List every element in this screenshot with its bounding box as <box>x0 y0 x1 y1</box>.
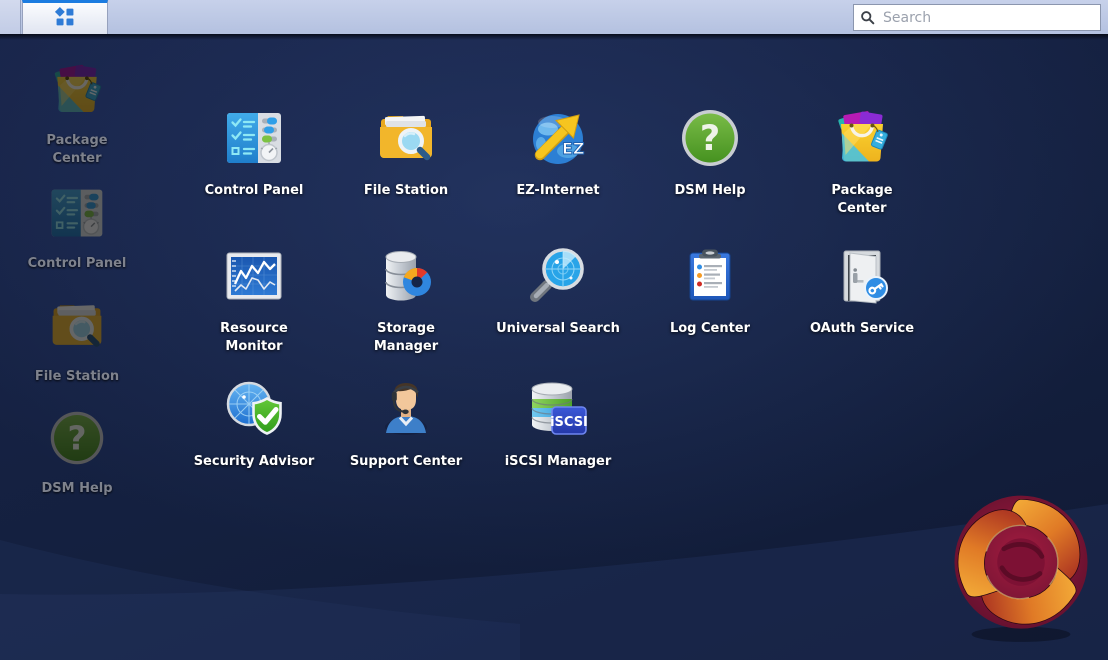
app-label: Package Center <box>786 182 938 217</box>
resource-monitor-icon <box>178 244 330 312</box>
search-box[interactable] <box>853 4 1101 31</box>
app-package-center[interactable]: Package Center <box>786 106 938 217</box>
iscsi-manager-icon: iSCSI <box>482 377 634 445</box>
app-label: iSCSI Manager <box>482 453 634 471</box>
app-label: Resource Monitor <box>178 320 330 355</box>
dsm-desktop: Package Center Control Panel File Statio… <box>0 0 1108 660</box>
app-log-center[interactable]: Log Center <box>634 244 786 338</box>
app-drawer-icon <box>54 6 76 32</box>
control-panel-icon <box>47 183 107 247</box>
app-universal-search[interactable]: Universal Search <box>482 244 634 338</box>
app-label: Log Center <box>634 320 786 338</box>
app-label: File Station <box>330 182 482 200</box>
svg-text:EZ: EZ <box>562 139 585 158</box>
package-center-icon <box>786 106 938 174</box>
storage-manager-icon <box>330 244 482 312</box>
app-file-station[interactable]: File Station <box>330 106 482 200</box>
app-label: DSM Help <box>634 182 786 200</box>
app-label: Security Advisor <box>178 453 330 471</box>
app-resource-monitor[interactable]: Resource Monitor <box>178 244 330 355</box>
file-station-icon <box>330 106 482 174</box>
desktop-shortcut-dsm-help[interactable]: ? DSM Help <box>17 408 137 498</box>
search-icon <box>860 10 875 25</box>
main-menu-tab[interactable] <box>22 0 108 34</box>
shortcut-label: Package Center <box>17 132 137 167</box>
app-storage-manager[interactable]: Storage Manager <box>330 244 482 355</box>
dsm-help-icon: ? <box>47 408 107 472</box>
synology-logo <box>945 486 1097 642</box>
app-ez-internet[interactable]: EZ EZ-Internet <box>482 106 634 200</box>
svg-text:?: ? <box>700 119 720 159</box>
topbar <box>0 0 1108 34</box>
desktop-shortcut-file-station[interactable]: File Station <box>17 296 137 386</box>
desktop-shortcut-package-center[interactable]: Package Center <box>17 60 137 167</box>
desktop-area: Package Center Control Panel File Statio… <box>0 34 1108 660</box>
package-center-icon <box>47 60 107 124</box>
security-advisor-icon <box>178 377 330 445</box>
app-label: EZ-Internet <box>482 182 634 200</box>
app-security-advisor[interactable]: Security Advisor <box>178 377 330 471</box>
app-control-panel[interactable]: Control Panel <box>178 106 330 200</box>
dsm-help-icon: ? <box>634 106 786 174</box>
universal-search-icon <box>482 244 634 312</box>
app-oauth-service[interactable]: OAuth Service <box>786 244 938 338</box>
ez-internet-icon: EZ <box>482 106 634 174</box>
app-label: Universal Search <box>482 320 634 338</box>
svg-text:iSCSI: iSCSI <box>550 415 588 430</box>
support-center-icon <box>330 377 482 445</box>
shortcut-label: Control Panel <box>17 255 137 273</box>
app-support-center[interactable]: Support Center <box>330 377 482 471</box>
shortcut-label: File Station <box>17 368 137 386</box>
control-panel-icon <box>178 106 330 174</box>
oauth-service-icon <box>786 244 938 312</box>
search-input[interactable] <box>881 9 1094 27</box>
desktop-shortcut-control-panel[interactable]: Control Panel <box>17 183 137 273</box>
app-label: Support Center <box>330 453 482 471</box>
app-dsm-help[interactable]: ? DSM Help <box>634 106 786 200</box>
file-station-icon <box>47 296 107 360</box>
topbar-edge <box>0 0 21 34</box>
shortcut-label: DSM Help <box>17 480 137 498</box>
app-label: Storage Manager <box>330 320 482 355</box>
app-iscsi-manager[interactable]: iSCSI iSCSI Manager <box>482 377 634 471</box>
app-label: Control Panel <box>178 182 330 200</box>
log-center-icon <box>634 244 786 312</box>
app-label: OAuth Service <box>786 320 938 338</box>
svg-text:?: ? <box>67 419 86 457</box>
